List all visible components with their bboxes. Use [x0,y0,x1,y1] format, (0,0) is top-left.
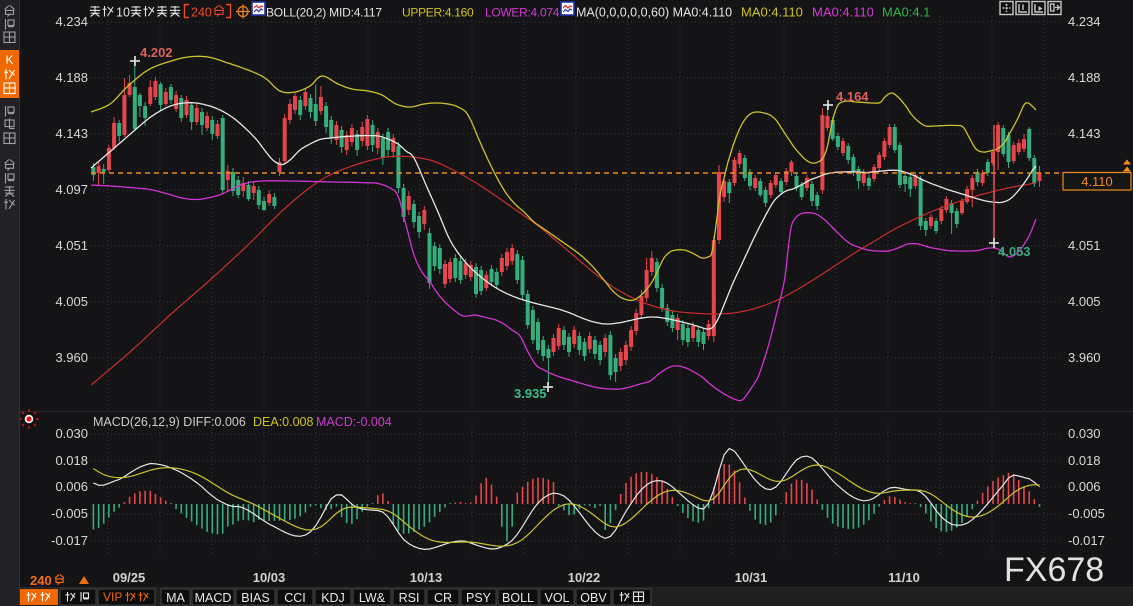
svg-text:4.202: 4.202 [140,45,173,60]
svg-text:4.188: 4.188 [55,70,88,85]
svg-text:MA(0,0,0,0,0,60) MA0:4.110: MA(0,0,0,0,0,60) MA0:4.110 [576,6,732,20]
svg-text:MA0:4.1: MA0:4.1 [882,5,930,20]
svg-text:240: 240 [30,573,52,588]
svg-text:10/13: 10/13 [410,570,443,585]
svg-text:4.110: 4.110 [1081,174,1113,189]
svg-text:0.030: 0.030 [55,426,88,441]
svg-text:UPPER:4.160: UPPER:4.160 [402,6,474,20]
svg-text:4.143: 4.143 [55,126,88,141]
svg-text:BIAS: BIAS [241,591,270,605]
svg-text:11/10: 11/10 [888,570,920,585]
svg-text:MACD:-0.004: MACD:-0.004 [316,415,392,429]
svg-text:BOLL: BOLL [502,591,534,605]
svg-text:3.960: 3.960 [55,350,88,365]
svg-text:DEA:0.008: DEA:0.008 [253,415,314,429]
svg-text:MA: MA [166,591,185,605]
svg-text:4.234: 4.234 [1068,14,1101,29]
svg-text:10/03: 10/03 [253,570,286,585]
svg-text:4.005: 4.005 [55,294,88,309]
svg-text:10: 10 [116,6,130,20]
svg-text:4.164: 4.164 [836,89,869,104]
svg-text:BOLL(20,2) MID:4.117: BOLL(20,2) MID:4.117 [266,6,382,20]
svg-text:CR: CR [434,591,452,605]
svg-text:MACD(26,12,9) DIFF:0.006: MACD(26,12,9) DIFF:0.006 [93,415,246,429]
svg-text:RSI: RSI [399,591,420,605]
svg-text:09/25: 09/25 [113,570,146,585]
svg-text:OBV: OBV [580,591,607,605]
svg-text:0.006: 0.006 [55,479,88,494]
svg-text:0.006: 0.006 [1068,479,1101,494]
svg-text:0.018: 0.018 [1068,453,1101,468]
svg-text:4.143: 4.143 [1068,126,1101,141]
svg-text:LOWER:4.074: LOWER:4.074 [485,6,560,20]
svg-text:MA0:4.110: MA0:4.110 [812,5,874,20]
svg-text:3.960: 3.960 [1068,350,1101,365]
svg-text:4.005: 4.005 [1068,294,1101,309]
svg-text:4.053: 4.053 [998,244,1031,259]
svg-text:PSY: PSY [466,591,492,605]
svg-text:-0.005: -0.005 [51,506,88,521]
svg-text:-0.017: -0.017 [1068,533,1105,548]
svg-text:4.051: 4.051 [55,238,88,253]
svg-text:0.018: 0.018 [55,453,88,468]
svg-text:4.097: 4.097 [55,182,88,197]
svg-text:4.051: 4.051 [1068,238,1101,253]
svg-text:10/22: 10/22 [568,570,601,585]
svg-text:K: K [5,53,13,67]
svg-text:0.030: 0.030 [1068,426,1101,441]
svg-text:10/31: 10/31 [735,570,768,585]
svg-text:4.234: 4.234 [55,14,88,29]
svg-text:LW&: LW& [359,591,386,605]
svg-text:MA0:4.110: MA0:4.110 [741,5,803,20]
svg-text:FX678: FX678 [1004,551,1104,589]
svg-text:MACD: MACD [195,591,232,605]
svg-text:KDJ: KDJ [321,591,345,605]
svg-text:-0.017: -0.017 [51,533,88,548]
svg-text:-0.005: -0.005 [1068,506,1105,521]
svg-text:240: 240 [191,6,212,20]
svg-text:3.935: 3.935 [514,386,547,401]
svg-text:4.188: 4.188 [1068,70,1101,85]
svg-text:VOL: VOL [544,591,569,605]
svg-text:CCI: CCI [284,591,306,605]
svg-text:VIP: VIP [103,590,122,604]
